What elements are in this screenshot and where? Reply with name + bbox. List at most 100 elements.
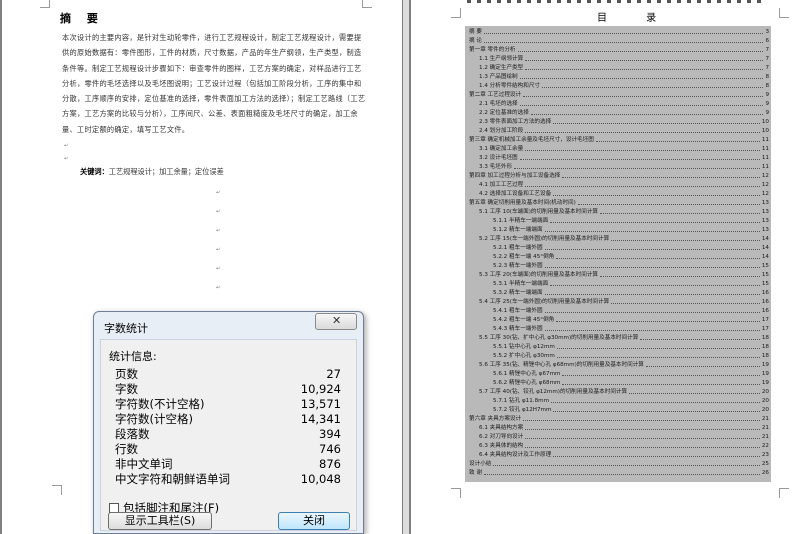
toc-entry[interactable]: 5.1 工序 10(车端面)的切削用量及基本时间计算 13 — [465, 208, 771, 216]
toc-entry-title: 2.3 零件表面加工方法的选择 — [479, 119, 552, 125]
toc-entry[interactable]: 6.3 夹具体的结构 22 — [465, 442, 771, 450]
toc-leader-dots — [611, 240, 760, 241]
toc-entry[interactable]: 第四章 加工过程分析与加工设备选择 12 — [465, 172, 771, 180]
toc-entry[interactable]: 5.7.2 铰孔 φ12H7mm 20 — [465, 406, 771, 414]
toc-entry[interactable]: 2.4 划分加工阶段 10 — [465, 127, 771, 135]
toc-entry[interactable]: 5.3.1 半精车一端端面 15 — [465, 280, 771, 288]
toc-entry-title: 5.6 工序 35(钻、精锉中心孔 φ68mm)的切削用量及基本时间计算 — [479, 362, 644, 368]
toc-entry[interactable]: 5.4.3 精车一端外圆 17 — [465, 325, 771, 333]
table-of-contents[interactable]: 摘 要 3 摘 论 6 第一章 零件的分析 7 1.1 生产纲领计算 7 1.2 确定生产类型 7… — [465, 26, 771, 482]
toc-entry-title: 5.4 工序 25(车一端外圆)的切削用量及基本时间计算 — [479, 299, 610, 305]
toc-leader-dots — [629, 393, 760, 394]
toc-entry[interactable]: 5.2 工序 15(车一端外圆)的切削用量及基本时间计算 14 — [465, 235, 771, 243]
toc-entry[interactable]: 5.2.1 粗车一端外圆 14 — [465, 244, 771, 252]
toc-entry-page: 16 — [761, 290, 769, 296]
toc-entry[interactable]: 6.2 对刀导向设计 21 — [465, 433, 771, 441]
toc-entry-title: 设计小结 — [469, 461, 492, 467]
toc-entry[interactable]: 2.2 定位基准的选择 9 — [465, 109, 771, 117]
toc-entry[interactable]: 5.4.1 粗车一端外圆 16 — [465, 307, 771, 315]
toc-title: 目 录 — [597, 13, 675, 24]
close-button[interactable]: 关闭 — [278, 512, 350, 530]
toc-entry-title: 5.7 工序 40(钻、铰孔 φ12mm)的切削用量及基本时间计算 — [479, 389, 628, 395]
toc-entry[interactable]: 3.1 确定加工余量 11 — [465, 145, 771, 153]
toc-entry-page: 7 — [765, 65, 769, 71]
toc-leader-dots — [550, 222, 760, 223]
toc-entry[interactable]: 1.3 产品图绘制 8 — [465, 73, 771, 81]
toc-leader-dots — [514, 168, 760, 169]
toc-leader-dots — [520, 105, 763, 106]
toc-entry-title: 第一章 零件的分析 — [469, 47, 516, 53]
paragraph-mark: ↵ — [216, 228, 221, 234]
toc-entry[interactable]: 1.1 生产纲领计算 7 — [465, 55, 771, 63]
toc-entry-page: 7 — [765, 47, 769, 53]
toc-entry[interactable]: 5.5.2 扩中心孔 φ30mm 18 — [465, 352, 771, 360]
toc-entry-title: 6.1 夹具结构方案 — [479, 425, 524, 431]
toc-entry[interactable]: 6.4 夹具结构设计及工作原理 23 — [465, 451, 771, 459]
close-icon[interactable]: ✕ — [315, 313, 357, 330]
abstract-text[interactable]: 本次设计的主要内容，是针对生动轮零件，进行工艺规程设计，制定工艺规程设计，需要提… — [62, 30, 367, 137]
toc-leader-dots — [545, 249, 760, 250]
toc-entry[interactable]: 4.1 加工工艺过程 12 — [465, 181, 771, 189]
show-toolbar-button[interactable]: 显示工具栏(S) — [108, 512, 212, 530]
toc-entry[interactable]: 5.4.2 粗车一端 45°倒角 17 — [465, 316, 771, 324]
toc-entry[interactable]: 5.5 工序 30(钻、扩中心孔 φ30mm)的切削用量及基本时间计算 18 — [465, 334, 771, 342]
toc-entry[interactable]: 5.4 工序 25(车一端外圆)的切削用量及基本时间计算 16 — [465, 298, 771, 306]
keywords-line: 关键词：工艺规程设计；加工余量；定位误差 — [80, 167, 224, 177]
page-gap — [403, 0, 409, 534]
toc-entry[interactable]: 5.5.1 钻中心孔 φ12mm 18 — [465, 343, 771, 351]
toc-leader-dots — [525, 447, 760, 448]
toc-entry[interactable]: 5.7.1 钻孔 φ11.8mm 20 — [465, 397, 771, 405]
toc-entry[interactable]: 5.3.2 精车一端端面 16 — [465, 289, 771, 297]
crop-mark — [451, 8, 461, 18]
toc-entry-page: 20 — [761, 407, 769, 413]
toc-entry[interactable]: 2.3 零件表面加工方法的选择 10 — [465, 118, 771, 126]
toc-leader-dots — [518, 51, 763, 52]
toc-entry[interactable]: 1.2 确定生产类型 7 — [465, 64, 771, 72]
toc-entry[interactable]: 1.4 分析零件结构和尺寸 8 — [465, 82, 771, 90]
toc-entry[interactable]: 第六章 夹具方案设计 21 — [465, 415, 771, 423]
toc-entry-title: 5.7.2 铰孔 φ12H7mm — [493, 407, 552, 413]
toc-entry-page: 15 — [761, 263, 769, 269]
toc-entry[interactable]: 第三章 确定机械加工余量及毛坯尺寸，设计毛坯图 11 — [465, 136, 771, 144]
toc-entry[interactable]: 5.2.3 精车一端外圆 15 — [465, 262, 771, 270]
toc-entry-title: 5.7.1 钻孔 φ11.8mm — [493, 398, 550, 404]
toc-entry-page: 13 — [761, 209, 769, 215]
toc-entry[interactable]: 3.2 设计毛坯图 11 — [465, 154, 771, 162]
toc-leader-dots — [520, 159, 760, 160]
toc-entry[interactable]: 5.1.2 精车一端端面 13 — [465, 226, 771, 234]
toc-entry[interactable]: 4.2 选择加工设备和工艺设备 12 — [465, 190, 771, 198]
toc-entry[interactable]: 6.1 夹具结构方案 21 — [465, 424, 771, 432]
paragraph-mark: ↵ — [216, 285, 221, 291]
toc-entry[interactable]: 第一章 零件的分析 7 — [465, 46, 771, 54]
toc-entry-page: 10 — [761, 128, 769, 134]
toc-entry[interactable]: 摘 论 6 — [465, 37, 771, 45]
toc-entry[interactable]: 第五章 确定切削用量及基本时间(机动时间) 13 — [465, 199, 771, 207]
toc-entry[interactable]: 第二章 工艺过程设计 9 — [465, 91, 771, 99]
toc-entry-page: 19 — [761, 380, 769, 386]
toc-entry[interactable]: 5.6.2 精锉中心孔 φ68mm 19 — [465, 379, 771, 387]
toc-entry[interactable]: 致 谢 26 — [465, 469, 771, 477]
toc-leader-dots — [520, 78, 763, 79]
toc-entry[interactable]: 5.1.1 半精车一端端面 13 — [465, 217, 771, 225]
toc-leader-dots — [525, 60, 763, 61]
toc-entry[interactable]: 5.3 工序 20(车端面)的切削用量及基本时间计算 15 — [465, 271, 771, 279]
toc-entry-title: 5.3.1 半精车一端端面 — [493, 281, 549, 287]
toc-entry[interactable]: 摘 要 3 — [465, 28, 771, 36]
toc-entry-page: 16 — [761, 308, 769, 314]
toc-entry[interactable]: 5.7 工序 40(钻、铰孔 φ12mm)的切削用量及基本时间计算 20 — [465, 388, 771, 396]
toc-entry[interactable]: 2.1 毛坯的选择 9 — [465, 100, 771, 108]
toc-entry[interactable]: 设计小结 25 — [465, 460, 771, 468]
toc-entry-title: 2.1 毛坯的选择 — [479, 101, 518, 107]
toc-leader-dots — [525, 438, 760, 439]
toc-entry[interactable]: 5.2.2 粗车一端 45°倒角 14 — [465, 253, 771, 261]
toc-entry-page: 11 — [761, 155, 769, 161]
toc-leader-dots — [578, 204, 760, 205]
toc-entry[interactable]: 5.6 工序 35(钻、精锉中心孔 φ68mm)的切削用量及基本时间计算 19 — [465, 361, 771, 369]
toc-entry-title: 6.3 夹具体的结构 — [479, 443, 524, 449]
toc-leader-dots — [484, 474, 760, 475]
toc-leader-dots — [523, 420, 760, 421]
toc-leader-dots — [493, 465, 760, 466]
stat-row: 页数 27 — [115, 367, 341, 382]
toc-entry[interactable]: 5.6.1 精锉中心孔 φ67mm 19 — [465, 370, 771, 378]
toc-entry[interactable]: 3.3 毛坯外形 11 — [465, 163, 771, 171]
